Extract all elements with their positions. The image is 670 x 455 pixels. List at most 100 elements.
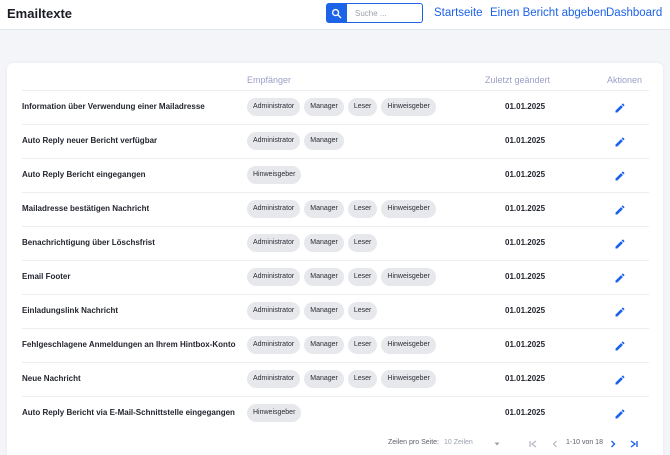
last-changed-date: 01.01.2025 xyxy=(505,204,546,213)
recipient-chip: Manager xyxy=(304,302,344,320)
first-page-icon[interactable] xyxy=(528,439,538,449)
rows-per-page-label: Zeilen pro Seite: xyxy=(388,439,439,446)
last-page-icon[interactable] xyxy=(629,439,639,449)
edit-button[interactable] xyxy=(614,373,626,385)
recipient-chip: Hinweisgeber xyxy=(381,98,436,116)
recipient-chip: Administrator xyxy=(247,370,301,388)
recipient-chip: Manager xyxy=(304,370,344,388)
table-row: Fehlgeschlagene Anmeldungen an Ihrem Hin… xyxy=(22,328,649,362)
email-text-name: Einladungslink Nachricht xyxy=(22,306,119,315)
page-title: Emailtexte xyxy=(7,6,73,21)
recipient-chips: Administrator Manager Leser Hinweisgeber xyxy=(247,370,436,388)
last-changed-date: 01.01.2025 xyxy=(505,340,546,349)
pencil-icon xyxy=(615,341,625,351)
email-text-name: Neue Nachricht xyxy=(22,374,81,383)
search-button[interactable] xyxy=(326,3,347,23)
table-row: Auto Reply Bericht eingegangen Hinweisgeb… xyxy=(22,158,649,192)
recipient-chips: Administrator Manager xyxy=(247,132,344,150)
pagination-range: 1-10 von 18 xyxy=(566,439,603,446)
column-header-last-changed: Zuletzt geändert xyxy=(485,75,551,85)
pencil-icon xyxy=(615,205,625,215)
edit-button[interactable] xyxy=(614,101,626,113)
recipient-chip: Administrator xyxy=(247,268,301,286)
recipient-chip: Manager xyxy=(304,234,344,252)
search-box xyxy=(326,3,423,23)
table-row: Auto Reply Bericht via E-Mail-Schnittste… xyxy=(22,396,649,430)
recipient-chips: Administrator Manager Leser Hinweisgeber xyxy=(247,200,436,218)
recipient-chip: Leser xyxy=(347,98,378,116)
recipient-chip: Administrator xyxy=(247,132,301,150)
table-row: Einladungslink Nachricht Administrator Man… xyxy=(22,294,649,328)
pencil-icon xyxy=(615,375,625,385)
recipient-chip: Hinweisgeber xyxy=(247,404,302,422)
recipient-chips: Administrator Manager Leser xyxy=(247,234,378,252)
table-row: Neue Nachricht Administrator Manager Leser H… xyxy=(22,362,649,396)
next-page-icon[interactable] xyxy=(608,439,618,449)
email-text-name: Email Footer xyxy=(22,272,71,281)
last-changed-date: 01.01.2025 xyxy=(505,374,546,383)
recipient-chip: Administrator xyxy=(247,234,301,252)
edit-button[interactable] xyxy=(614,305,626,317)
recipient-chip: Administrator xyxy=(247,200,301,218)
recipient-chip: Manager xyxy=(304,132,344,150)
nav-link-dashboard[interactable]: Dashboard xyxy=(606,7,662,19)
table-row: Email Footer Administrator Manager Leser Hin… xyxy=(22,260,649,294)
search-input[interactable] xyxy=(347,3,423,23)
recipient-chip: Administrator xyxy=(247,98,301,116)
last-changed-date: 01.01.2025 xyxy=(505,102,546,111)
table-row: Information über Verwendung einer Mailad… xyxy=(22,90,649,124)
edit-button[interactable] xyxy=(614,271,626,283)
recipient-chip: Manager xyxy=(304,98,344,116)
column-header-recipients: Empfänger xyxy=(247,75,292,85)
recipient-chip: Leser xyxy=(347,268,378,286)
table-row: Mailadresse bestätigen Nachricht Administ… xyxy=(22,192,649,226)
last-changed-date: 01.01.2025 xyxy=(505,272,546,281)
recipient-chip: Administrator xyxy=(247,336,301,354)
prev-page-icon[interactable] xyxy=(550,439,560,449)
table-row: Auto Reply neuer Bericht verfügbar Admini… xyxy=(22,124,649,158)
recipient-chip: Leser xyxy=(347,302,378,320)
recipient-chip: Manager xyxy=(304,200,344,218)
recipient-chips: Administrator Manager Leser Hinweisgeber xyxy=(247,98,436,116)
edit-button[interactable] xyxy=(614,407,626,419)
recipient-chips: Hinweisgeber xyxy=(247,166,302,184)
nav-link-bericht-abgeben[interactable]: Einen Bericht abgeben xyxy=(490,7,606,19)
recipient-chip: Leser xyxy=(347,234,378,252)
edit-button[interactable] xyxy=(614,135,626,147)
top-bar: Emailtexte Startseite Einen Bericht abge… xyxy=(0,0,670,30)
pencil-icon xyxy=(615,137,625,147)
recipient-chip: Manager xyxy=(304,336,344,354)
column-header-actions: Aktionen xyxy=(607,75,643,85)
edit-button[interactable] xyxy=(614,339,626,351)
nav-link-startseite[interactable]: Startseite xyxy=(434,7,483,19)
pencil-icon xyxy=(615,239,625,249)
email-text-name: Fehlgeschlagene Anmeldungen an Ihrem Hin… xyxy=(22,340,236,349)
pencil-icon xyxy=(615,171,625,181)
email-text-name: Auto Reply Bericht eingegangen xyxy=(22,170,146,179)
email-text-name: Mailadresse bestätigen Nachricht xyxy=(22,204,150,213)
recipient-chip: Leser xyxy=(347,336,378,354)
recipient-chip: Hinweisgeber xyxy=(381,200,436,218)
recipient-chip: Manager xyxy=(304,268,344,286)
pencil-icon xyxy=(615,273,625,283)
pencil-icon xyxy=(615,103,625,113)
recipient-chip: Leser xyxy=(347,200,378,218)
email-text-name: Benachrichtigung über Löschsfrist xyxy=(22,238,155,247)
recipient-chips: Hinweisgeber xyxy=(247,404,302,422)
last-changed-date: 01.01.2025 xyxy=(505,408,546,417)
last-changed-date: 01.01.2025 xyxy=(505,306,546,315)
pencil-icon xyxy=(615,409,625,419)
recipient-chip: Hinweisgeber xyxy=(381,268,436,286)
rows-per-page-select[interactable]: 10 Zeilen xyxy=(444,439,473,446)
recipient-chip: Hinweisgeber xyxy=(381,336,436,354)
edit-button[interactable] xyxy=(614,169,626,181)
chevron-down-icon xyxy=(494,442,500,446)
table-row: Benachrichtigung über Löschsfrist Adminis… xyxy=(22,226,649,260)
recipient-chip: Hinweisgeber xyxy=(247,166,302,184)
edit-button[interactable] xyxy=(614,203,626,215)
search-icon xyxy=(331,8,342,18)
edit-button[interactable] xyxy=(614,237,626,249)
email-text-name: Information über Verwendung einer Mailad… xyxy=(22,102,205,111)
recipient-chips: Administrator Manager Leser Hinweisgeber xyxy=(247,336,436,354)
pencil-icon xyxy=(615,307,625,317)
